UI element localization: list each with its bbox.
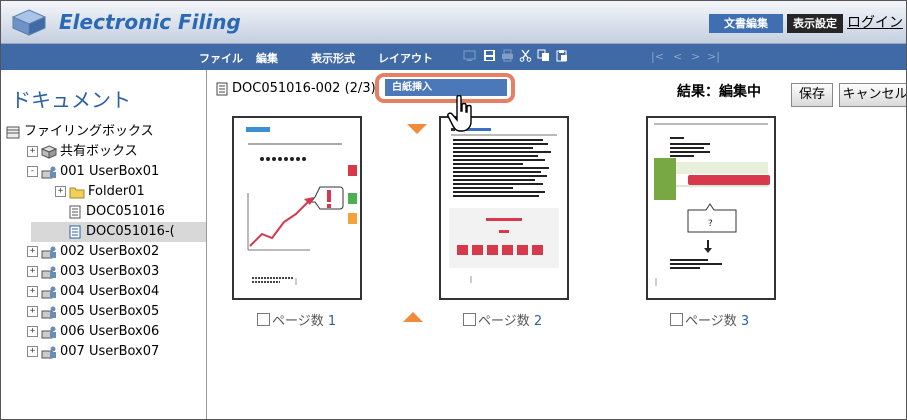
- edit-document-button[interactable]: 文書編集: [709, 14, 783, 33]
- page-3-checkbox[interactable]: ページ数 3: [670, 310, 749, 329]
- next-page-icon[interactable]: >: [691, 50, 700, 63]
- svg-text:?: ?: [708, 219, 713, 229]
- document-icon: [69, 205, 81, 218]
- checkbox-icon[interactable]: [670, 313, 683, 326]
- tree-item-userbox02[interactable]: +002 UserBox02: [27, 242, 159, 262]
- page-2-preview: [449, 128, 559, 283]
- user-box-icon: [41, 286, 56, 298]
- page-number: 2: [533, 314, 543, 329]
- tree-item-doc051016[interactable]: DOC051016: [67, 202, 165, 222]
- tree-item-userbox06[interactable]: +006 UserBox06: [27, 322, 159, 342]
- save-button[interactable]: 保存: [791, 83, 833, 107]
- expand-icon[interactable]: +: [27, 346, 38, 357]
- menu-bar: ファイル 編集 表示形式 レイアウト |< < > >|: [1, 44, 906, 70]
- tree-item-label: 共有ボックス: [60, 144, 138, 159]
- sidebar: ドキュメント ファイリングボックス + 共有ボックス - 001 UserBox01…: [1, 70, 207, 419]
- user-box-icon: [41, 166, 56, 178]
- page-count-label: ページ数: [272, 314, 324, 329]
- paste-icon[interactable]: [555, 49, 568, 62]
- page-1-checkbox[interactable]: ページ数 1: [257, 310, 336, 329]
- insert-position-up-arrow-icon: [403, 312, 423, 322]
- tree-item-folder01[interactable]: + Folder01: [55, 182, 145, 202]
- user-box-icon: [41, 306, 56, 318]
- expand-icon[interactable]: +: [27, 266, 38, 277]
- tree-item-filing-box[interactable]: ファイリングボックス: [5, 122, 154, 142]
- tree-item-shared-box[interactable]: + 共有ボックス: [27, 142, 138, 162]
- tree-item-label: 001 UserBox01: [60, 164, 160, 179]
- collapse-icon[interactable]: -: [27, 166, 38, 177]
- expand-icon[interactable]: +: [27, 246, 38, 257]
- tree-item-userbox01[interactable]: - 001 UserBox01: [27, 162, 159, 182]
- tree-item-userbox05[interactable]: +005 UserBox05: [27, 302, 159, 322]
- menu-layout[interactable]: レイアウト: [378, 50, 433, 66]
- edit-status: 結果：編集中: [677, 84, 761, 100]
- document-name: DOC051016-002: [232, 81, 341, 96]
- user-box-icon: [41, 346, 56, 358]
- expand-icon[interactable]: +: [27, 306, 38, 317]
- expand-icon[interactable]: +: [27, 146, 38, 157]
- expand-icon[interactable]: +: [27, 286, 38, 297]
- document-icon: [69, 225, 81, 238]
- tree-item-userbox04[interactable]: +004 UserBox04: [27, 282, 159, 302]
- expand-icon[interactable]: +: [27, 326, 38, 337]
- filing-box-icon: [6, 126, 20, 138]
- cut-icon[interactable]: [519, 49, 532, 62]
- menu-edit[interactable]: 編集: [256, 50, 278, 66]
- document-icon: [216, 82, 228, 95]
- user-box-icon: [41, 246, 56, 258]
- insert-position-down-arrow-icon: [407, 124, 427, 134]
- tree-item-label: ファイリングボックス: [24, 124, 154, 139]
- display-settings-button[interactable]: 表示設定: [787, 14, 843, 33]
- page-indicator: (2/3): [344, 81, 376, 96]
- page-thumbnail-2[interactable]: [439, 116, 569, 300]
- tree-item-userbox03[interactable]: +003 UserBox03: [27, 262, 159, 282]
- tree-item-label: DOC051016: [86, 204, 165, 219]
- expand-icon[interactable]: +: [55, 186, 66, 197]
- tree-item-label: DOC051016-(: [86, 224, 175, 239]
- checkbox-icon[interactable]: [463, 313, 476, 326]
- prev-page-icon[interactable]: <: [673, 50, 682, 63]
- tree-item-label: Folder01: [88, 184, 145, 199]
- page-thumbnail-3[interactable]: ?: [646, 116, 776, 300]
- tree-item-label: 006 UserBox06: [60, 324, 160, 339]
- menu-file[interactable]: ファイル: [199, 50, 243, 66]
- page-2-checkbox[interactable]: ページ数 2: [463, 310, 542, 329]
- folder-icon: [69, 187, 85, 198]
- page-count-label: ページ数: [478, 314, 530, 329]
- app-logo-icon: [11, 9, 47, 36]
- page-thumbnail-1[interactable]: [232, 116, 362, 300]
- page-count-label: ページ数: [685, 314, 737, 329]
- screen-icon[interactable]: [463, 49, 476, 62]
- print-icon[interactable]: [501, 49, 514, 62]
- tree-item-label: 007 UserBox07: [60, 344, 160, 359]
- menu-view[interactable]: 表示形式: [311, 50, 355, 66]
- user-box-icon: [41, 266, 56, 278]
- copy-icon[interactable]: [537, 49, 550, 62]
- tree-item-label: 004 UserBox04: [60, 284, 160, 299]
- shared-box-icon: [41, 144, 57, 159]
- page-1-preview: [246, 127, 357, 285]
- first-page-icon[interactable]: |<: [651, 50, 664, 63]
- tree-item-label: 005 UserBox05: [60, 304, 160, 319]
- tree-item-label: 003 UserBox03: [60, 264, 160, 279]
- tree-item-doc051016-002[interactable]: DOC051016-(: [31, 222, 206, 242]
- header: Electronic Filing 文書編集 表示設定 ログイン: [1, 1, 906, 44]
- checkbox-icon[interactable]: [257, 313, 270, 326]
- cancel-button[interactable]: キャンセル: [839, 83, 906, 107]
- app-window: Electronic Filing 文書編集 表示設定 ログイン ファイル 編集…: [0, 0, 907, 420]
- document-title: DOC051016-002 (2/3): [215, 81, 376, 96]
- page-number: 1: [327, 314, 337, 329]
- login-link[interactable]: ログイン: [847, 12, 903, 32]
- last-page-icon[interactable]: >|: [707, 50, 720, 63]
- tree-item-userbox07[interactable]: +007 UserBox07: [27, 342, 159, 362]
- save-icon[interactable]: [483, 49, 496, 62]
- mouse-pointer-icon: [447, 95, 472, 132]
- tree-item-label: 002 UserBox02: [60, 244, 160, 259]
- user-box-icon: [41, 326, 56, 338]
- sidebar-heading: ドキュメント: [11, 88, 131, 112]
- highlight-callout: [375, 73, 515, 103]
- app-title: Electronic Filing: [59, 10, 241, 34]
- page-3-preview: ?: [654, 123, 770, 286]
- page-number: 3: [740, 314, 750, 329]
